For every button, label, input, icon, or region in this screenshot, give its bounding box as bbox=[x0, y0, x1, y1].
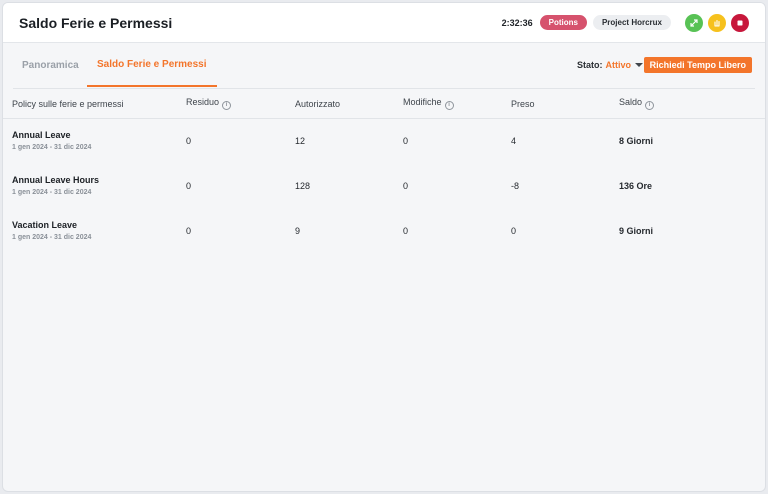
topbar-controls: 2:32:36 Potions Project Horcrux bbox=[501, 13, 749, 32]
autorizzato-cell: 12 bbox=[295, 135, 306, 146]
preso-cell: 0 bbox=[511, 225, 517, 236]
col-modifiche: Modifiche i bbox=[403, 90, 511, 119]
col-residuo: Residuo i bbox=[186, 90, 295, 119]
policy-cell: Annual Leave 1 gen 2024 - 31 dic 2024 bbox=[3, 118, 186, 163]
leave-balance-table: Policy sulle ferie e permessi Residuo i A… bbox=[3, 90, 765, 253]
pause-hand-icon bbox=[714, 19, 720, 27]
status-colon: : bbox=[599, 60, 603, 70]
autorizzato-cell: 9 bbox=[295, 225, 301, 236]
policy-name: Vacation Leave bbox=[12, 220, 78, 230]
saldo-cell: 9 Giorni bbox=[619, 225, 654, 236]
modifiche-cell: 0 bbox=[403, 180, 409, 191]
policy-cell: Vacation Leave 1 gen 2024 - 31 dic 2024 bbox=[3, 208, 186, 253]
stop-button[interactable] bbox=[731, 13, 749, 32]
policy-cell: Annual Leave Hours 1 gen 2024 - 31 dic 2… bbox=[3, 163, 186, 208]
status-value: Attivo bbox=[605, 60, 632, 70]
tabs-divider bbox=[13, 88, 755, 89]
modifiche-cell: 0 bbox=[403, 135, 409, 146]
info-icon[interactable]: i bbox=[645, 101, 655, 111]
table-row: Annual Leave Hours 1 gen 2024 - 31 dic 2… bbox=[3, 163, 765, 208]
request-time-off-button[interactable]: Richiedi Tempo Libero bbox=[643, 57, 752, 73]
switch-task-button[interactable] bbox=[685, 13, 703, 32]
col-preso: Preso bbox=[511, 90, 619, 119]
residuo-cell: 0 bbox=[186, 135, 192, 146]
swap-icon bbox=[690, 18, 698, 27]
policy-name: Annual Leave Hours bbox=[12, 175, 100, 185]
table-row: Vacation Leave 1 gen 2024 - 31 dic 2024 … bbox=[3, 208, 765, 253]
app-window: Saldo Ferie e Permessi 2:32:36 Potions P… bbox=[2, 2, 766, 492]
preso-cell: -8 bbox=[511, 180, 520, 191]
tab-leave-balance[interactable]: Saldo Ferie e Permessi bbox=[87, 43, 217, 87]
residuo-cell: 0 bbox=[186, 225, 192, 236]
info-icon[interactable]: i bbox=[444, 101, 454, 111]
residuo-cell: 0 bbox=[186, 180, 192, 191]
chevron-down-icon bbox=[635, 63, 643, 67]
saldo-cell: 8 Giorni bbox=[619, 135, 654, 146]
project-badge[interactable]: Project Horcrux bbox=[592, 15, 671, 30]
status-filter[interactable]: Stato: Attivo bbox=[577, 58, 643, 72]
policy-date-range: 1 gen 2024 - 31 dic 2024 bbox=[12, 144, 92, 152]
col-saldo: Saldo i bbox=[619, 90, 765, 119]
table-row: Annual Leave 1 gen 2024 - 31 dic 2024 0 … bbox=[3, 118, 765, 163]
top-bar: Saldo Ferie e Permessi 2:32:36 Potions P… bbox=[3, 3, 765, 43]
tab-overview[interactable]: Panoramica bbox=[22, 43, 79, 87]
stop-icon bbox=[737, 20, 743, 25]
status-label: Stato bbox=[577, 60, 600, 70]
autorizzato-cell: 128 bbox=[295, 180, 311, 191]
col-policy: Policy sulle ferie e permessi bbox=[3, 90, 186, 119]
policy-date-range: 1 gen 2024 - 31 dic 2024 bbox=[12, 234, 92, 241]
page-title: Saldo Ferie e Permessi bbox=[19, 14, 173, 31]
policy-date-range: 1 gen 2024 - 31 dic 2024 bbox=[12, 189, 92, 196]
col-autorizzato: Autorizzato bbox=[295, 90, 403, 119]
tabs-bar: Panoramica Saldo Ferie e Permessi Stato:… bbox=[3, 43, 765, 90]
modifiche-cell: 0 bbox=[403, 225, 409, 236]
saldo-cell: 136 Ore bbox=[619, 180, 653, 191]
info-icon[interactable]: i bbox=[222, 101, 232, 111]
task-tag-badge[interactable]: Potions bbox=[539, 15, 587, 30]
table-header-row: Policy sulle ferie e permessi Residuo i A… bbox=[3, 90, 765, 119]
break-button[interactable] bbox=[708, 13, 726, 32]
timer-display: 2:32:36 bbox=[501, 17, 533, 28]
preso-cell: 4 bbox=[511, 135, 517, 146]
policy-name: Annual Leave bbox=[12, 130, 71, 141]
